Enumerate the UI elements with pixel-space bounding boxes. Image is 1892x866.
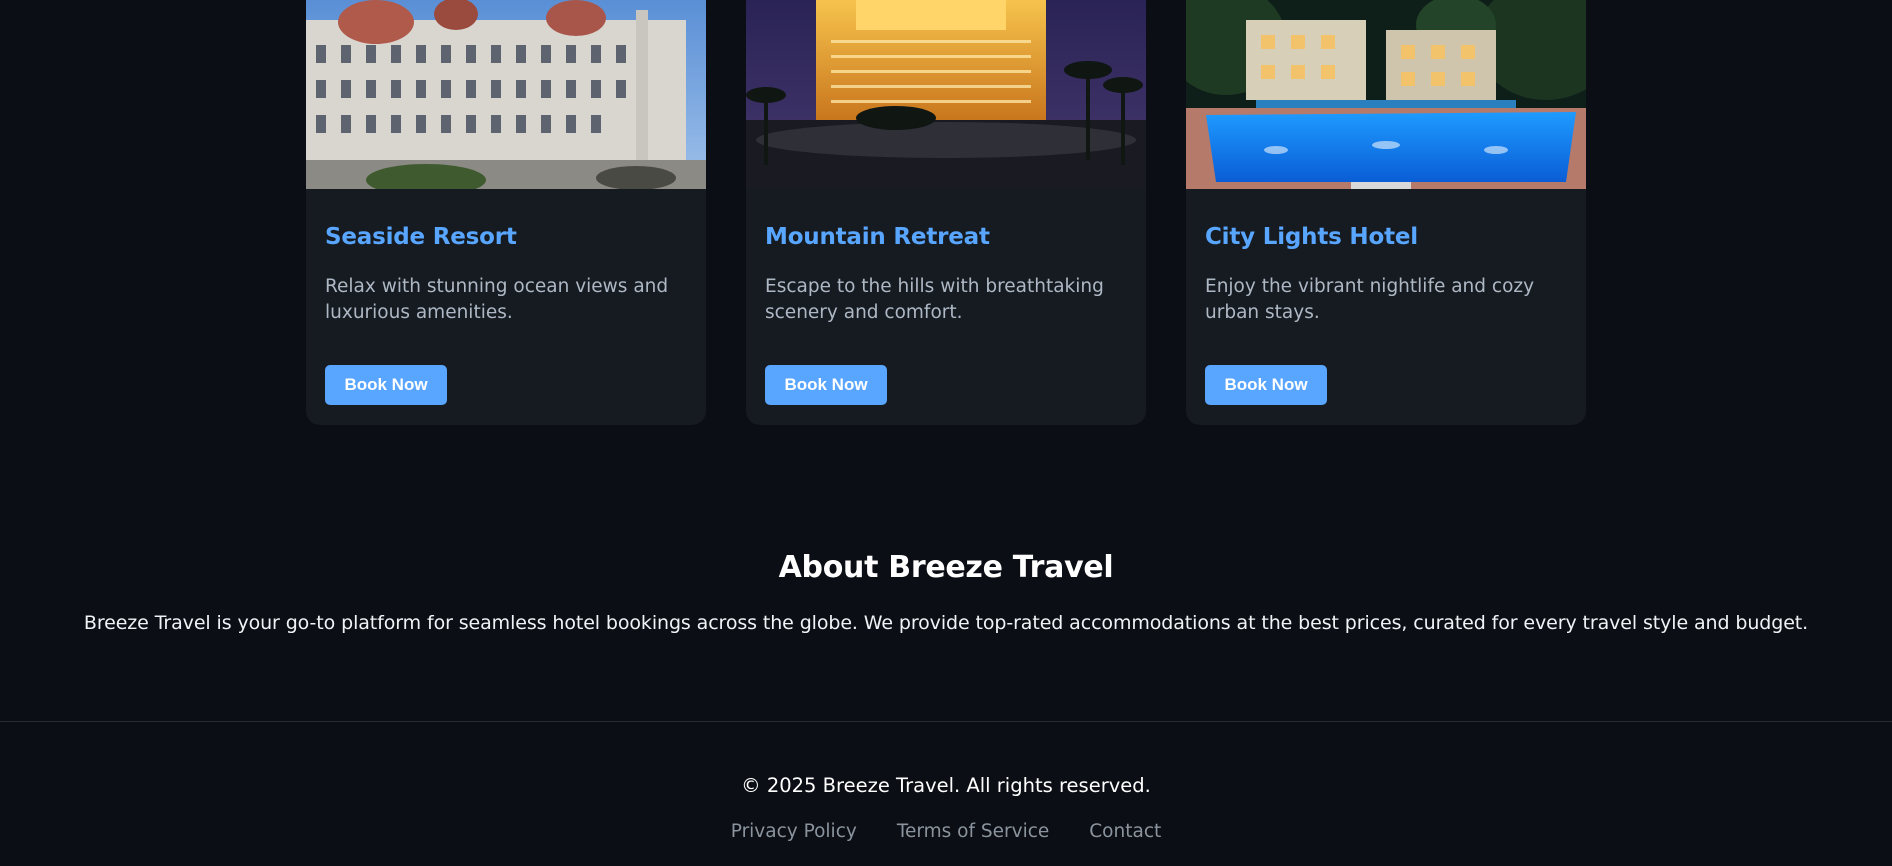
copyright-text: © 2025 Breeze Travel. All rights reserve… bbox=[741, 774, 1151, 797]
footer-links: Privacy Policy Terms of Service Contact bbox=[0, 821, 1892, 842]
footer-divider bbox=[0, 721, 1892, 722]
book-now-button[interactable]: Book Now bbox=[765, 365, 887, 405]
hotel-card: Mountain Retreat Escape to the hills wit… bbox=[746, 0, 1146, 425]
hotel-title: City Lights Hotel bbox=[1205, 224, 1418, 250]
book-now-button[interactable]: Book Now bbox=[1205, 365, 1327, 405]
hotel-title: Mountain Retreat bbox=[765, 224, 990, 250]
hotel-card: Seaside Resort Relax with stunning ocean… bbox=[306, 0, 706, 425]
footer: © 2025 Breeze Travel. All rights reserve… bbox=[0, 774, 1892, 842]
contact-link[interactable]: Contact bbox=[1089, 821, 1161, 842]
hotel-description: Relax with stunning ocean views and luxu… bbox=[325, 276, 669, 323]
hotel-cards: Seaside Resort Relax with stunning ocean… bbox=[0, 0, 1892, 426]
hotel-image bbox=[746, 0, 1146, 189]
about-text: Breeze Travel is your go-to platform for… bbox=[83, 612, 1809, 634]
terms-of-service-link[interactable]: Terms of Service bbox=[897, 821, 1049, 842]
book-now-button[interactable]: Book Now bbox=[325, 365, 447, 405]
about-section: About Breeze Travel Breeze Travel is you… bbox=[0, 550, 1892, 634]
hotel-description: Escape to the hills with breathtaking sc… bbox=[765, 276, 1104, 323]
hotel-card: City Lights Hotel Enjoy the vibrant nigh… bbox=[1186, 0, 1586, 425]
hotel-title: Seaside Resort bbox=[325, 224, 517, 250]
hotel-image bbox=[1186, 0, 1586, 189]
hotel-description: Enjoy the vibrant nightlife and cozy urb… bbox=[1205, 276, 1535, 323]
about-heading: About Breeze Travel bbox=[778, 550, 1114, 585]
privacy-policy-link[interactable]: Privacy Policy bbox=[731, 821, 857, 842]
hotel-image bbox=[306, 0, 706, 189]
